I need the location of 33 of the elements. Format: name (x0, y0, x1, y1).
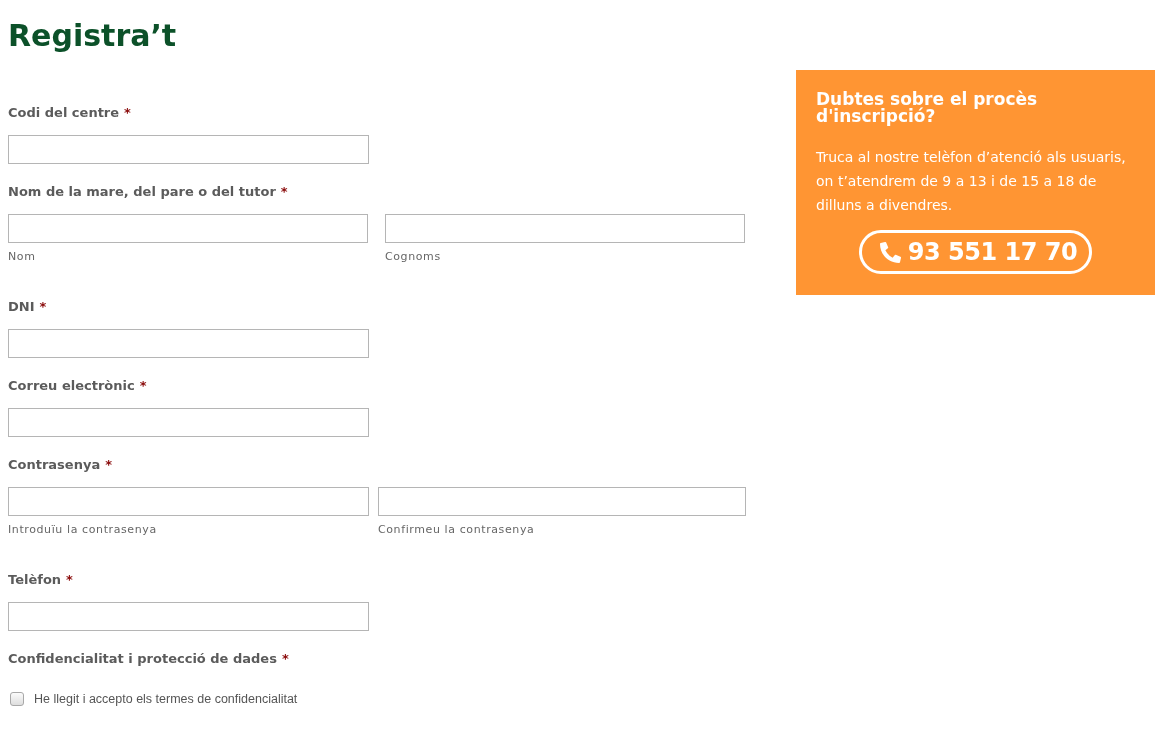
input-field[interactable] (8, 408, 369, 437)
field-label: Nom de la mare, del pare o del tutor (8, 183, 276, 202)
input-field[interactable] (8, 135, 369, 164)
required-asterisk: * (66, 571, 73, 590)
required-asterisk: * (105, 456, 112, 475)
input-field[interactable] (8, 214, 368, 243)
password-field[interactable] (378, 487, 746, 516)
field-hint: Nom (8, 250, 37, 264)
phone-icon (879, 241, 901, 263)
page-title: Registra’t (8, 17, 177, 55)
input-field[interactable] (8, 329, 369, 358)
help-text: Truca al nostre telèfon d’atenció als usuaris, on t’atendrem de 9 a 13 i de 15 a 18 de dilluns a divendres. (816, 148, 1127, 215)
required-asterisk: * (281, 650, 289, 669)
field-label: DNI (8, 298, 35, 317)
required-asterisk: * (280, 183, 288, 202)
input-field[interactable] (385, 214, 745, 243)
required-asterisk: * (139, 377, 147, 396)
field-hint: Cognoms (385, 250, 442, 264)
help-title: Dubtes sobre el procès d'inscripció? (816, 91, 1039, 125)
field-hint: Introduïu la contrasenya (8, 523, 158, 537)
field-label: Telèfon (8, 571, 62, 590)
field-label: Correu electrònic (8, 377, 135, 396)
required-asterisk: * (124, 104, 131, 123)
field-label: Confidencialitat i protecció de dades (8, 650, 277, 669)
field-hint: Confirmeu la contrasenya (378, 523, 536, 537)
input-field[interactable] (8, 602, 369, 631)
checkbox[interactable] (10, 692, 24, 706)
phone-link[interactable]: 93 551 17 70 (858, 230, 1093, 274)
required-asterisk: * (39, 298, 47, 317)
checkbox-label: He llegit i accepto els termes de confidencialitat (34, 690, 298, 708)
field-label: Codi del centre (8, 104, 120, 123)
field-label: Contrasenya (8, 456, 101, 475)
password-field[interactable] (8, 487, 369, 516)
